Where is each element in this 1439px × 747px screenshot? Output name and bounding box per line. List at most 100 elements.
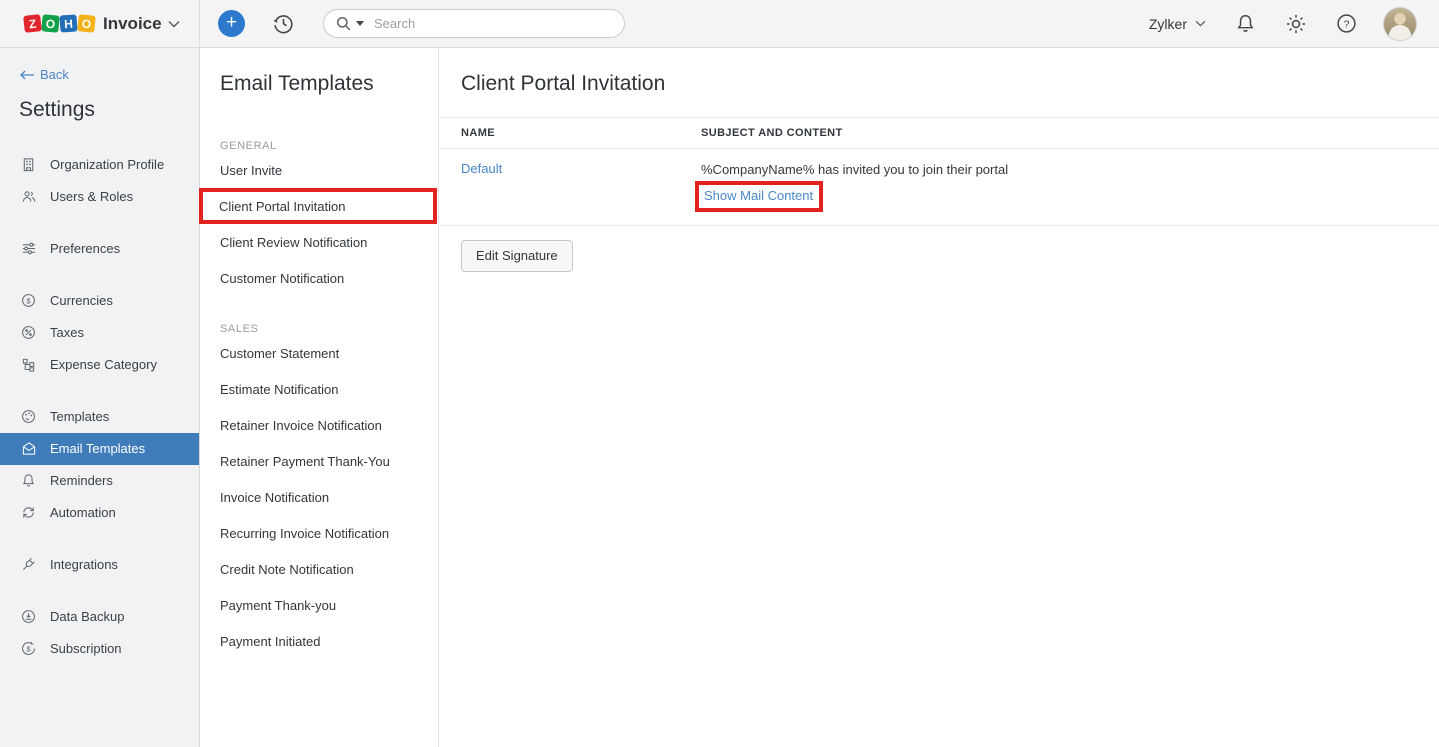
sidebar-item-label: Data Backup — [50, 609, 124, 624]
show-mail-content-highlight: Show Mail Content — [695, 181, 823, 212]
template-item-retainer-invoice-notification[interactable]: Retainer Invoice Notification — [200, 407, 438, 443]
sidebar-item-label: Preferences — [50, 241, 120, 256]
arrow-left-icon — [20, 70, 35, 80]
settings-gear-icon[interactable] — [1285, 13, 1307, 35]
zoho-logo: Z O H O — [24, 15, 96, 32]
sidebar-item-data-backup[interactable]: Data Backup — [0, 601, 199, 633]
email-templates-panel: Email Templates GENERAL User Invite Clie… — [200, 48, 439, 747]
sidebar-item-label: Currencies — [50, 293, 113, 308]
column-header-name: NAME — [461, 127, 701, 139]
logo-tile: H — [59, 14, 77, 32]
template-item-client-review-notification[interactable]: Client Review Notification — [200, 224, 438, 260]
logo-tile: O — [41, 14, 59, 32]
notifications-bell-icon[interactable] — [1235, 13, 1256, 34]
template-item-payment-initiated[interactable]: Payment Initiated — [200, 623, 438, 659]
sidebar-item-label: Taxes — [50, 325, 84, 340]
template-item-retainer-payment-thank-you[interactable]: Retainer Payment Thank-You — [200, 443, 438, 479]
sidebar-item-label: Integrations — [50, 557, 118, 572]
sidebar-item-preferences[interactable]: Preferences — [0, 233, 199, 265]
svg-text:$: $ — [26, 644, 31, 653]
sidebar-title: Settings — [19, 98, 199, 122]
users-icon — [20, 189, 37, 204]
bell-icon — [20, 473, 37, 488]
subscription-icon: $ — [20, 641, 37, 656]
sidebar-item-label: Reminders — [50, 473, 113, 488]
sidebar-item-label: Organization Profile — [50, 157, 164, 172]
search-input[interactable] — [374, 16, 594, 31]
sidebar-item-integrations[interactable]: Integrations — [0, 549, 199, 581]
org-switcher[interactable]: Zylker — [1149, 16, 1206, 32]
recent-history-icon[interactable] — [271, 11, 296, 36]
svg-text:$: $ — [26, 296, 31, 305]
org-name: Zylker — [1149, 16, 1187, 32]
help-icon[interactable]: ? — [1336, 13, 1357, 34]
back-label: Back — [40, 67, 69, 82]
section-sales: SALES Customer Statement Estimate Notifi… — [200, 323, 438, 659]
sidebar-item-label: Subscription — [50, 641, 122, 656]
svg-text:?: ? — [1344, 18, 1350, 30]
edit-signature-button[interactable]: Edit Signature — [461, 240, 573, 272]
table-row: Default %CompanyName% has invited you to… — [440, 149, 1439, 226]
backup-icon — [20, 609, 37, 624]
template-item-customer-statement[interactable]: Customer Statement — [200, 335, 438, 371]
templates-table: NAME SUBJECT AND CONTENT Default %Compan… — [440, 117, 1439, 226]
sidebar-item-label: Templates — [50, 409, 109, 424]
palette-icon — [20, 409, 37, 424]
chevron-down-icon — [168, 20, 180, 28]
template-item-invoice-notification[interactable]: Invoice Notification — [200, 479, 438, 515]
search-icon — [336, 16, 351, 31]
sidebar-item-currencies[interactable]: $ Currencies — [0, 285, 199, 317]
building-icon — [20, 157, 37, 172]
back-link[interactable]: Back — [20, 67, 69, 82]
template-name-link[interactable]: Default — [461, 161, 502, 176]
section-heading: GENERAL — [200, 140, 438, 152]
template-item-credit-note-notification[interactable]: Credit Note Notification — [200, 551, 438, 587]
product-name: Invoice — [103, 14, 162, 34]
dollar-circle-icon: $ — [20, 293, 37, 308]
sidebar-item-expense-category[interactable]: Expense Category — [0, 349, 199, 381]
subject-text: %CompanyName% has invited you to join th… — [701, 160, 1439, 180]
plus-icon: + — [226, 10, 237, 35]
sidebar-item-label: Automation — [50, 505, 116, 520]
logo-tile: O — [77, 14, 96, 33]
sidebar-item-reminders[interactable]: Reminders — [0, 465, 199, 497]
table-header: NAME SUBJECT AND CONTENT — [440, 118, 1439, 149]
settings-nav: Organization Profile Users & Roles Prefe… — [0, 149, 199, 665]
sidebar-item-taxes[interactable]: Taxes — [0, 317, 199, 349]
template-item-payment-thank-you[interactable]: Payment Thank-you — [200, 587, 438, 623]
template-item-estimate-notification[interactable]: Estimate Notification — [200, 371, 438, 407]
search-box[interactable] — [323, 9, 625, 38]
template-item-client-portal-invitation-highlighted[interactable]: Client Portal Invitation — [199, 188, 437, 224]
sidebar-item-automation[interactable]: Automation — [0, 497, 199, 529]
logo-tile: Z — [23, 14, 42, 33]
percent-circle-icon — [20, 325, 37, 340]
sidebar-item-users-roles[interactable]: Users & Roles — [0, 181, 199, 213]
sidebar-item-label: Expense Category — [50, 357, 157, 372]
sidebar-item-label: Users & Roles — [50, 189, 133, 204]
brand-switcher[interactable]: Z O H O Invoice — [0, 0, 200, 47]
section-heading: SALES — [200, 323, 438, 335]
sidebar-item-email-templates[interactable]: Email Templates — [0, 433, 199, 465]
quick-create-button[interactable]: + — [218, 10, 245, 37]
template-item-user-invite[interactable]: User Invite — [200, 152, 438, 188]
sidebar-item-organization-profile[interactable]: Organization Profile — [0, 149, 199, 181]
sidebar-item-templates[interactable]: Templates — [0, 401, 199, 433]
plug-icon — [20, 557, 37, 572]
template-item-recurring-invoice-notification[interactable]: Recurring Invoice Notification — [200, 515, 438, 551]
search-scope-caret-icon[interactable] — [356, 21, 364, 26]
panel-title: Email Templates — [200, 48, 438, 96]
sidebar-item-subscription[interactable]: $ Subscription — [0, 633, 199, 665]
section-general: GENERAL User Invite Client Portal Invita… — [200, 140, 438, 296]
chevron-down-icon — [1195, 20, 1206, 27]
hierarchy-icon — [20, 357, 37, 372]
sync-icon — [20, 505, 37, 520]
sliders-icon — [20, 241, 37, 256]
main-content: Client Portal Invitation NAME SUBJECT AN… — [440, 48, 1439, 747]
user-avatar[interactable] — [1383, 7, 1417, 41]
template-item-customer-notification[interactable]: Customer Notification — [200, 260, 438, 296]
page-title: Client Portal Invitation — [440, 48, 1439, 96]
sidebar-item-label: Email Templates — [50, 441, 145, 456]
column-header-subject: SUBJECT AND CONTENT — [701, 127, 1439, 139]
settings-sidebar: Back Settings Organization Profile Users… — [0, 48, 200, 747]
show-mail-content-link[interactable]: Show Mail Content — [704, 188, 813, 203]
